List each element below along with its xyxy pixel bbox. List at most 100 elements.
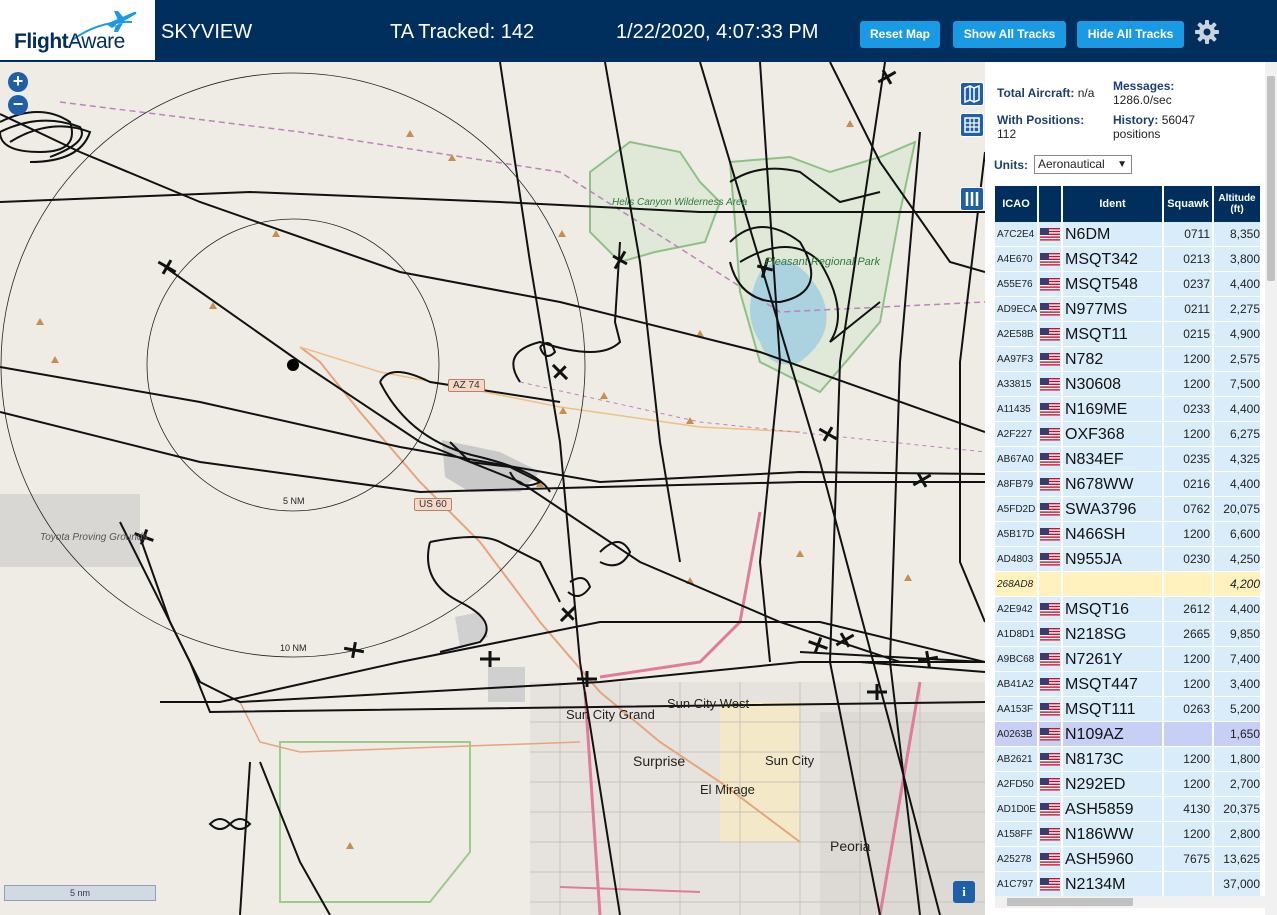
altitude-cell: 4,325 xyxy=(1214,447,1262,471)
ident-cell: N2134M xyxy=(1063,872,1164,896)
table-row[interactable]: A25278 ASH5960 7675 13,625 xyxy=(995,847,1262,872)
ident-cell: N292ED xyxy=(1063,772,1164,796)
us-flag-icon xyxy=(1040,353,1060,366)
icao-cell: AD9ECA xyxy=(995,297,1039,321)
column-header-squawk[interactable]: Squawk xyxy=(1164,186,1214,222)
column-header-icao[interactable]: ICAO xyxy=(995,186,1039,222)
table-row[interactable]: A8FB79 N678WW 0216 4,400 xyxy=(995,472,1262,497)
table-row[interactable]: A4E670 MSQT342 0213 3,800 xyxy=(995,247,1262,272)
table-row[interactable]: A0263B N109AZ 1,650 xyxy=(995,722,1262,747)
squawk-cell: 1200 xyxy=(1164,347,1214,371)
flag-cell xyxy=(1039,322,1063,346)
us-flag-icon xyxy=(1040,653,1060,666)
table-row[interactable]: A2E942 MSQT16 2612 4,400 xyxy=(995,597,1262,622)
table-row[interactable]: A5FD2D SWA3796 0762 20,075 xyxy=(995,497,1262,522)
scrollbar-thumb[interactable] xyxy=(1267,76,1275,281)
table-row[interactable]: A1C797 N2134M 37,000 xyxy=(995,872,1262,897)
boundary-line xyxy=(519,381,985,453)
units-dropdown[interactable]: Aeronautical ▼ xyxy=(1034,155,1132,174)
sidebar-vertical-scrollbar[interactable] xyxy=(1265,62,1277,915)
table-row[interactable]: AB41A2 MSQT447 1200 3,400 xyxy=(995,672,1262,697)
column-header-altitude[interactable]: Altitude (ft) xyxy=(1214,186,1262,222)
table-row[interactable]: A33815 N30608 1200 7,500 xyxy=(995,372,1262,397)
table-row[interactable]: AD1D0E ASH5859 4130 20,375 xyxy=(995,797,1262,822)
ident-cell: SWA3796 xyxy=(1063,497,1164,521)
us-flag-icon xyxy=(1040,803,1060,816)
with-positions-value: 112 xyxy=(997,127,1017,141)
pleasant-park-label: Pleasant Regional Park xyxy=(765,256,880,268)
zoom-in-button[interactable]: + xyxy=(8,72,28,92)
table-row[interactable]: A158FF N186WW 1200 2,800 xyxy=(995,822,1262,847)
table-row[interactable]: A11435 N169ME 0233 4,400 xyxy=(995,397,1262,422)
hide-all-tracks-button[interactable]: Hide All Tracks xyxy=(1077,21,1184,48)
us-flag-icon xyxy=(1040,328,1060,341)
flag-cell xyxy=(1039,772,1063,796)
table-horizontal-scrollbar[interactable] xyxy=(995,896,1265,908)
table-row[interactable]: AA153F MSQT111 0263 5,200 xyxy=(995,697,1262,722)
table-row[interactable]: A7C2E4 N6DM 0711 8,350 xyxy=(995,222,1262,247)
table-row[interactable]: AD9ECA N977MS 0211 2,275 xyxy=(995,297,1262,322)
table-row[interactable]: AB67A0 N834EF 0235 4,325 xyxy=(995,447,1262,472)
info-button[interactable]: i xyxy=(953,881,975,903)
total-aircraft-stat: Total Aircraft: n/a xyxy=(997,86,1094,100)
table-row[interactable]: 268AD8 4,200 xyxy=(995,572,1262,597)
icao-cell: A2E942 xyxy=(995,597,1039,621)
icao-cell: A5FD2D xyxy=(995,497,1039,521)
scrollbar-thumb[interactable] xyxy=(1007,898,1133,906)
show-all-tracks-button[interactable]: Show All Tracks xyxy=(953,21,1066,48)
flag-cell xyxy=(1039,697,1063,721)
us-flag-icon xyxy=(1040,703,1060,716)
ident-cell: N977MS xyxy=(1063,297,1164,321)
table-row[interactable]: AA97F3 N782 1200 2,575 xyxy=(995,347,1262,372)
us-flag-icon xyxy=(1040,728,1060,741)
squawk-cell: 0263 xyxy=(1164,697,1214,721)
table-row[interactable]: A5B17D N466SH 1200 6,600 xyxy=(995,522,1262,547)
table-row[interactable]: A55E76 MSQT548 0237 4,400 xyxy=(995,272,1262,297)
flightaware-logo[interactable]: FlightAware xyxy=(0,0,155,62)
column-header-flag[interactable] xyxy=(1039,186,1063,222)
squawk-cell: 0762 xyxy=(1164,497,1214,521)
altitude-cell: 4,250 xyxy=(1214,547,1262,571)
table-row[interactable]: A2F227 OXF368 1200 6,275 xyxy=(995,422,1262,447)
table-row[interactable]: A2E58B MSQT11 0215 4,900 xyxy=(995,322,1262,347)
messages-label: Messages: xyxy=(1113,79,1175,93)
us-flag-icon xyxy=(1040,303,1060,316)
table-row[interactable]: A9BC68 N7261Y 1200 7,400 xyxy=(995,647,1262,672)
messages-stat: Messages: 1286.0/sec xyxy=(1113,79,1174,107)
map-layers-icon[interactable] xyxy=(960,82,984,106)
flag-cell xyxy=(1039,672,1063,696)
ident-cell: MSQT111 xyxy=(1063,697,1164,721)
aircraft-table: ICAO Ident Squawk Altitude (ft) A7C2E4 N6… xyxy=(995,186,1262,915)
flag-cell xyxy=(1039,372,1063,396)
altitude-cell: 6,600 xyxy=(1214,522,1262,546)
table-row[interactable]: AD4803 N955JA 0230 4,250 xyxy=(995,547,1262,572)
map-canvas[interactable] xyxy=(0,62,985,915)
squawk-cell: 0213 xyxy=(1164,247,1214,271)
altitude-cell: 5,200 xyxy=(1214,697,1262,721)
us-flag-icon xyxy=(1040,503,1060,516)
gear-icon[interactable] xyxy=(1194,19,1220,45)
us-flag-icon xyxy=(1040,828,1060,841)
zoom-out-button[interactable]: − xyxy=(8,95,28,115)
map-view[interactable]: Hells Canyon Wilderness Area Pleasant Re… xyxy=(0,62,985,915)
flag-cell xyxy=(1039,872,1063,896)
squawk-cell: 0235 xyxy=(1164,447,1214,471)
us60-shield: US 60 xyxy=(414,498,452,511)
altitude-cell: 2,275 xyxy=(1214,297,1262,321)
altitude-cell: 1,650 xyxy=(1214,722,1262,746)
ident-cell: ASH5960 xyxy=(1063,847,1164,871)
altitude-cell: 4,900 xyxy=(1214,322,1262,346)
altitude-cell: 4,400 xyxy=(1214,472,1262,496)
range-ring-10nm-label: 10 NM xyxy=(280,643,307,653)
table-row[interactable]: A1D8D1 N218SG 2665 9,850 xyxy=(995,622,1262,647)
us-flag-icon xyxy=(1040,528,1060,541)
column-header-ident[interactable]: Ident xyxy=(1063,186,1164,222)
reset-map-button[interactable]: Reset Map xyxy=(860,21,940,48)
flag-cell xyxy=(1039,397,1063,421)
squawk-cell: 1200 xyxy=(1164,422,1214,446)
table-row[interactable]: A2FD50 N292ED 1200 2,700 xyxy=(995,772,1262,797)
grid-toggle-icon[interactable] xyxy=(960,113,984,137)
columns-toggle-icon[interactable] xyxy=(960,187,984,211)
flag-cell xyxy=(1039,572,1063,596)
table-row[interactable]: AB2621 N8173C 1200 1,800 xyxy=(995,747,1262,772)
